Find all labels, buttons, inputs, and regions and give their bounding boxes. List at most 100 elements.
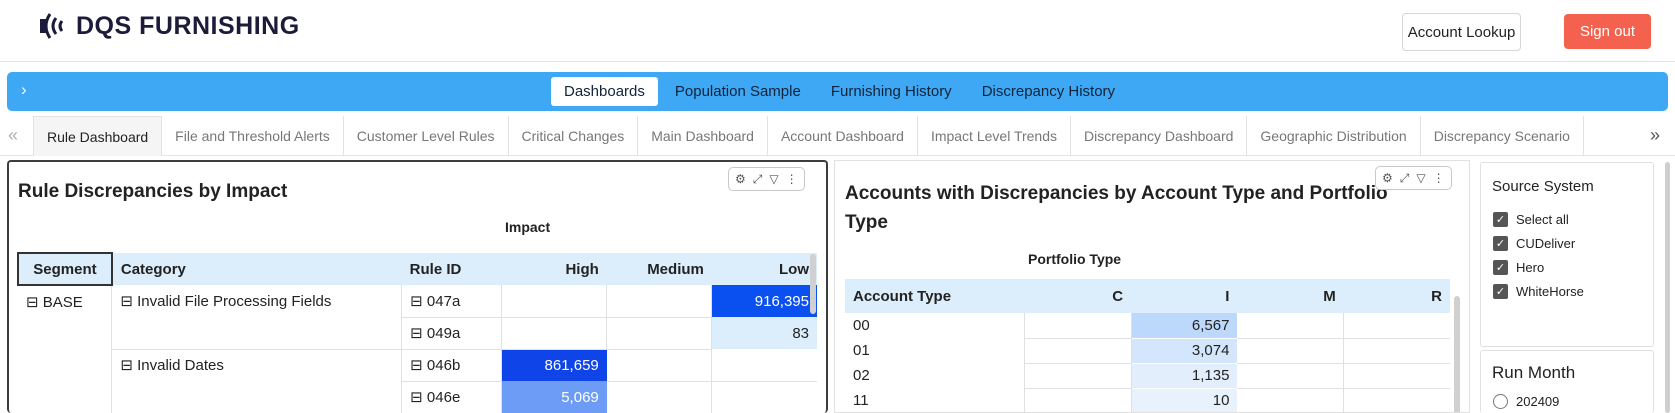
- header-i[interactable]: I: [1131, 279, 1237, 313]
- slicer-option-run-month[interactable]: 202409: [1493, 389, 1559, 413]
- tabs-scroll-left-icon[interactable]: «: [8, 125, 18, 146]
- value-cell-m[interactable]: [1237, 313, 1345, 339]
- value-cell-r[interactable]: [1343, 363, 1450, 389]
- header-r[interactable]: R: [1344, 279, 1450, 313]
- slicer-option-whitehorse[interactable]: ✓ WhiteHorse: [1493, 279, 1584, 303]
- collapse-icon[interactable]: ⊟: [120, 293, 133, 310]
- nav-item-furnishing-history[interactable]: Furnishing History: [818, 77, 965, 106]
- collapse-icon[interactable]: ⊟: [120, 357, 133, 374]
- account-type-cell[interactable]: 01: [845, 338, 1026, 363]
- category-cell[interactable]: ⊟ Invalid Dates: [111, 349, 403, 381]
- value-cell-medium[interactable]: [606, 349, 713, 382]
- value-cell-high[interactable]: 861,659: [501, 349, 607, 381]
- value-cell-medium[interactable]: [606, 285, 713, 318]
- value-cell-high[interactable]: [501, 285, 608, 318]
- value-cell-i[interactable]: 1,135: [1131, 363, 1238, 389]
- value-cell-medium[interactable]: [606, 317, 713, 350]
- tab-critical-changes[interactable]: Critical Changes: [509, 116, 639, 156]
- header-segment[interactable]: Segment: [17, 252, 113, 286]
- value-cell-low[interactable]: [712, 381, 817, 413]
- tab-customer-level-rules[interactable]: Customer Level Rules: [344, 116, 509, 156]
- header-m[interactable]: M: [1237, 279, 1343, 313]
- collapse-icon[interactable]: ⊟: [410, 389, 423, 406]
- checkbox-checked-icon[interactable]: ✓: [1493, 259, 1508, 275]
- header-rule-id[interactable]: Rule ID: [402, 253, 502, 285]
- value-cell-c[interactable]: [1024, 363, 1132, 389]
- page-vertical-scrollbar[interactable]: [1665, 162, 1670, 413]
- rule-id-cell[interactable]: ⊟ 047a: [401, 285, 503, 318]
- rule-discrepancies-panel: Rule Discrepancies by Impact ⚙ ⤢ ▽ ⋮ Imp…: [7, 160, 828, 413]
- sign-out-button[interactable]: Sign out: [1564, 14, 1651, 49]
- value-cell-low[interactable]: 916,395: [711, 285, 817, 317]
- settings-icon[interactable]: ⚙: [1382, 171, 1393, 185]
- collapse-icon[interactable]: ⊟: [26, 294, 39, 311]
- header-low[interactable]: Low: [712, 253, 817, 285]
- value-cell-r[interactable]: [1343, 313, 1450, 339]
- rule-id-cell[interactable]: ⊟ 049a: [401, 317, 503, 350]
- header-high[interactable]: High: [502, 253, 607, 285]
- tabs-scroll-right-icon[interactable]: »: [1650, 125, 1660, 146]
- account-type-cell[interactable]: 02: [845, 363, 1026, 388]
- collapse-icon[interactable]: ⊟: [410, 325, 423, 342]
- header-account-type[interactable]: Account Type: [845, 279, 1025, 313]
- tab-discrepancy-dashboard[interactable]: Discrepancy Dashboard: [1071, 116, 1248, 156]
- tab-discrepancy-scenario[interactable]: Discrepancy Scenario: [1421, 116, 1584, 156]
- value-cell-r[interactable]: [1344, 388, 1450, 412]
- value-cell-high[interactable]: 5,069: [501, 381, 607, 413]
- tab-account-dashboard[interactable]: Account Dashboard: [768, 116, 918, 156]
- radio-button-icon[interactable]: [1493, 393, 1508, 409]
- brand-logo[interactable]: DQS FURNISHING: [36, 8, 300, 44]
- value-cell-m[interactable]: [1237, 338, 1345, 364]
- header-c[interactable]: C: [1025, 279, 1131, 313]
- tab-file-threshold-alerts[interactable]: File and Threshold Alerts: [162, 116, 344, 156]
- value-cell-m[interactable]: [1237, 388, 1345, 412]
- filter-icon[interactable]: ▽: [769, 172, 778, 186]
- vertical-scrollbar[interactable]: [810, 254, 816, 314]
- value-cell-i[interactable]: 10: [1131, 388, 1238, 412]
- value-cell-c[interactable]: [1024, 338, 1132, 364]
- slicer-option-select-all[interactable]: ✓ Select all: [1493, 207, 1584, 231]
- account-type-cell[interactable]: 11: [845, 388, 1026, 412]
- checkbox-checked-icon[interactable]: ✓: [1493, 283, 1508, 299]
- value-cell-medium[interactable]: [606, 381, 713, 413]
- vertical-scrollbar[interactable]: [1454, 296, 1460, 412]
- settings-icon[interactable]: ⚙: [735, 172, 746, 186]
- tab-rule-dashboard[interactable]: Rule Dashboard: [33, 116, 163, 156]
- nav-item-discrepancy-history[interactable]: Discrepancy History: [969, 77, 1128, 106]
- value-cell-low[interactable]: [711, 349, 817, 382]
- slicer-option-hero[interactable]: ✓ Hero: [1493, 255, 1584, 279]
- value-cell-m[interactable]: [1237, 363, 1345, 389]
- rule-id-cell[interactable]: ⊟ 046b: [401, 349, 503, 382]
- value-cell-c[interactable]: [1024, 388, 1132, 412]
- nav-item-population-sample[interactable]: Population Sample: [662, 77, 814, 106]
- value-cell-i[interactable]: 3,074: [1131, 338, 1238, 364]
- filter-icon[interactable]: ▽: [1416, 171, 1425, 185]
- header-medium[interactable]: Medium: [607, 253, 712, 285]
- rule-id-cell[interactable]: ⊟ 046e: [401, 381, 503, 413]
- chevron-right-icon[interactable]: ›: [21, 80, 27, 100]
- nav-item-dashboards[interactable]: Dashboards: [551, 77, 658, 106]
- more-options-icon[interactable]: ⋮: [1433, 171, 1445, 185]
- account-lookup-button[interactable]: Account Lookup: [1402, 13, 1521, 51]
- collapse-icon[interactable]: ⊟: [410, 357, 423, 374]
- account-type-cell[interactable]: 00: [845, 313, 1026, 338]
- value-cell-high[interactable]: [501, 317, 608, 350]
- category-cell[interactable]: ⊟ Invalid File Processing Fields: [111, 285, 403, 317]
- slicer-option-cudeliver[interactable]: ✓ CUDeliver: [1493, 231, 1584, 255]
- collapse-icon[interactable]: ⊟: [410, 293, 423, 310]
- expand-icon[interactable]: ⤢: [753, 172, 763, 187]
- tab-main-dashboard[interactable]: Main Dashboard: [638, 116, 768, 156]
- value-cell-i[interactable]: 6,567: [1131, 313, 1238, 339]
- top-header: DQS FURNISHING Account Lookup Sign out: [0, 0, 1675, 62]
- expand-icon[interactable]: ⤢: [1400, 171, 1410, 186]
- segment-cell[interactable]: ⊟ BASE: [18, 285, 113, 317]
- value-cell-c[interactable]: [1024, 313, 1132, 339]
- tab-geographic-distribution[interactable]: Geographic Distribution: [1247, 116, 1421, 156]
- header-category[interactable]: Category: [112, 253, 402, 285]
- value-cell-low[interactable]: 83: [711, 317, 817, 349]
- more-options-icon[interactable]: ⋮: [786, 172, 798, 186]
- tab-impact-level-trends[interactable]: Impact Level Trends: [918, 116, 1071, 156]
- value-cell-r[interactable]: [1343, 338, 1450, 364]
- checkbox-checked-icon[interactable]: ✓: [1493, 211, 1508, 227]
- checkbox-checked-icon[interactable]: ✓: [1493, 235, 1508, 251]
